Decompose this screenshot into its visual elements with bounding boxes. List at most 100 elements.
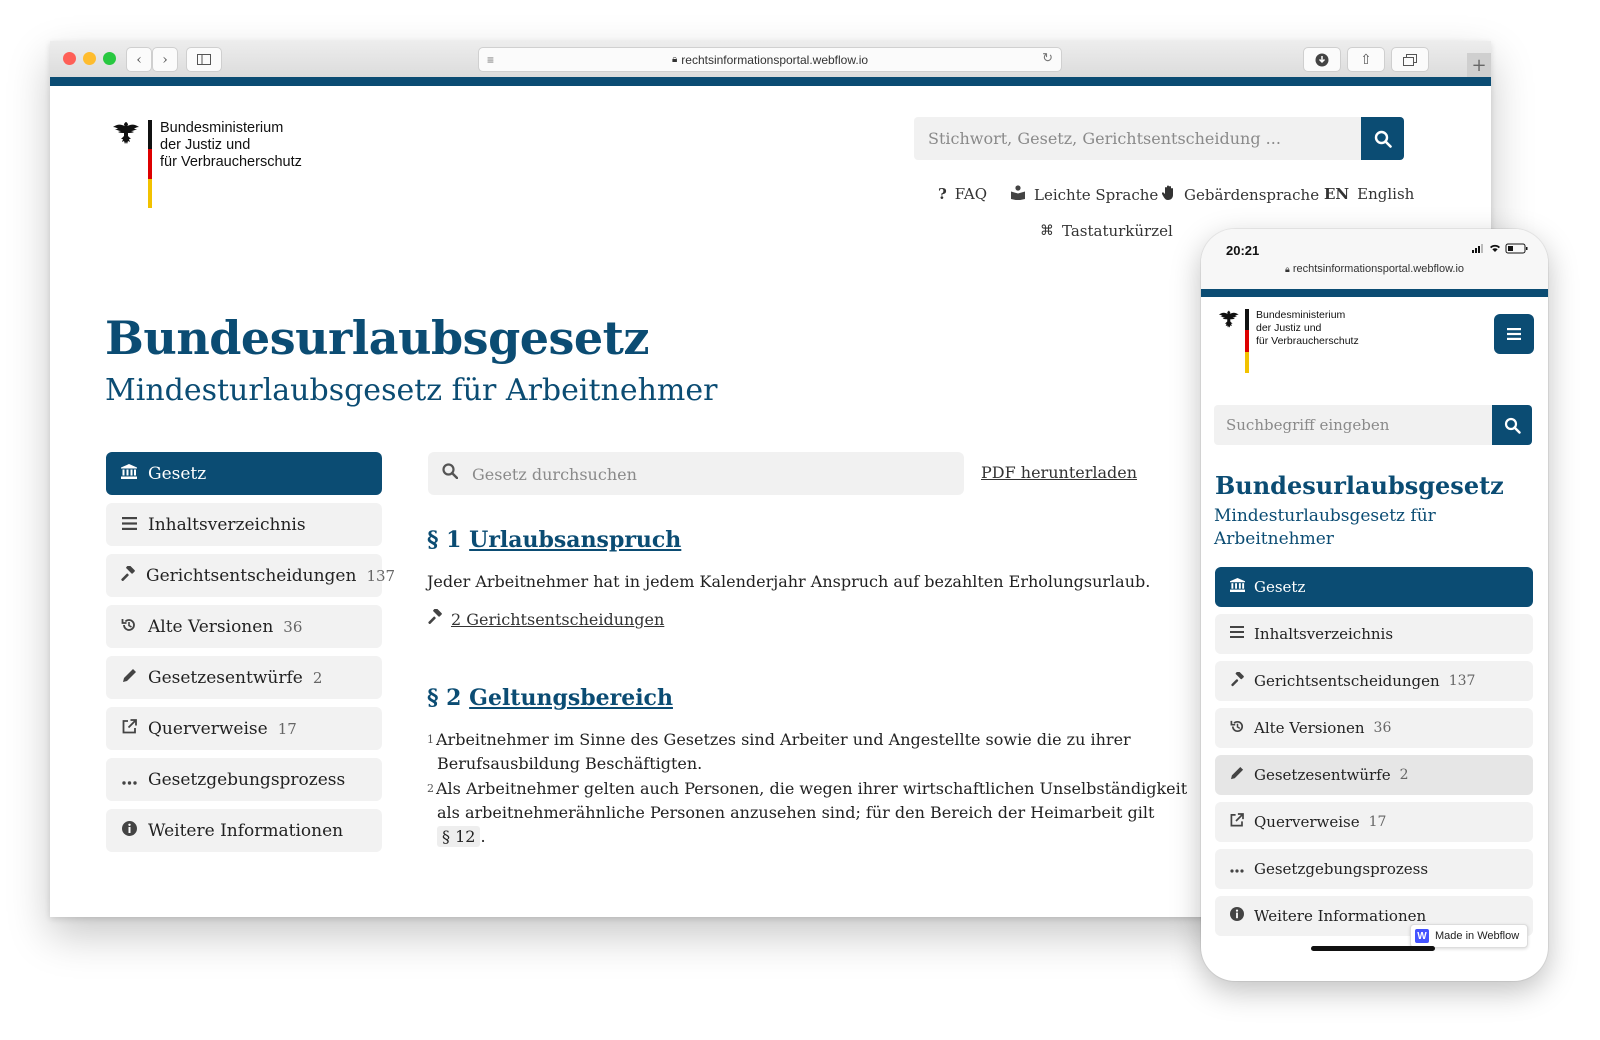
nav-label: Gesetz	[1254, 578, 1306, 596]
nav-item-gesetzesentwuerfe[interactable]: Gesetzesentwürfe 2	[106, 656, 382, 699]
global-search-input[interactable]	[914, 117, 1404, 160]
close-window-button[interactable]	[63, 52, 76, 65]
downloads-button[interactable]	[1303, 47, 1341, 72]
sign-language-label: Gebärdensprache	[1184, 186, 1320, 204]
external-link-icon	[1229, 813, 1245, 831]
mobile-page-subtitle: Mindesturlaubsgesetz für Arbeitnehmer	[1214, 505, 1474, 551]
external-link-icon	[120, 719, 138, 738]
search-icon	[1374, 130, 1392, 148]
hamburger-menu-button[interactable]	[1494, 314, 1534, 354]
home-indicator	[1311, 946, 1435, 951]
share-button[interactable]: ⇧	[1347, 47, 1385, 72]
mobile-search-button[interactable]	[1492, 405, 1532, 445]
nav-item-weitere-informationen[interactable]: Weitere Informationen	[106, 809, 382, 852]
nav-label: Gesetzesentwürfe	[148, 667, 303, 688]
faq-link[interactable]: ? FAQ	[938, 185, 987, 203]
nav-count: 137	[1448, 673, 1476, 689]
signal-wifi-battery-icon	[1472, 243, 1528, 254]
forward-button[interactable]: ›	[152, 47, 178, 72]
sign-language-link[interactable]: Gebärdensprache	[1161, 185, 1320, 205]
chevron-right-icon: ›	[162, 51, 168, 68]
court-decisions-label: 2 Gerichtsentscheidungen	[451, 609, 665, 629]
section-1-title-link[interactable]: Urlaubsanspruch	[469, 527, 681, 553]
zoom-window-button[interactable]	[103, 52, 116, 65]
nav-label: Gesetzgebungsprozess	[1254, 860, 1429, 878]
nav-label: Alte Versionen	[1254, 719, 1365, 737]
back-button[interactable]: ‹	[126, 47, 152, 72]
section-1-text: Jeder Arbeitnehmer hat in jedem Kalender…	[427, 572, 1151, 591]
nav-count: 17	[277, 719, 297, 738]
mobile-nav-alte-versionen[interactable]: Alte Versionen 36	[1215, 708, 1533, 748]
pdf-download-link[interactable]: PDF herunterladen	[981, 463, 1137, 482]
history-icon	[120, 617, 138, 637]
ministry-logo[interactable]: Bundesministerium der Justiz und für Ver…	[108, 120, 302, 208]
keyboard-shortcuts-link[interactable]: ⌘ Tastaturkürzel	[1040, 222, 1173, 240]
minimize-window-button[interactable]	[83, 52, 96, 65]
lock-icon: 🔒︎	[671, 54, 678, 65]
mobile-nav-gerichtsentscheidungen[interactable]: Gerichtsentscheidungen 137	[1215, 661, 1533, 701]
page-title: Bundesurlaubsgesetz	[105, 311, 650, 365]
list-icon	[120, 516, 138, 534]
easy-language-link[interactable]: Leichte Sprache	[1010, 185, 1158, 204]
law-search-input[interactable]	[470, 452, 954, 497]
nav-count: 2	[312, 668, 323, 687]
mobile-nav-gesetzesentwuerfe[interactable]: Gesetzesentwürfe 2	[1215, 755, 1533, 795]
mobile-nav-gesetz[interactable]: Gesetz	[1215, 567, 1533, 607]
share-icon: ⇧	[1360, 51, 1372, 68]
gavel-icon	[120, 564, 136, 586]
nav-item-inhaltsverzeichnis[interactable]: Inhaltsverzeichnis	[106, 503, 382, 546]
section-number: § 2	[427, 685, 462, 711]
nav-item-gerichtsentscheidungen[interactable]: Gerichtsentscheidungen 137	[106, 554, 395, 597]
list-icon	[1229, 626, 1245, 642]
plus-icon: +	[1471, 54, 1487, 76]
mobile-url-bar[interactable]: 🔒︎ rechtsinformationsportal.webflow.io	[1201, 263, 1548, 275]
ellipsis-icon	[1229, 862, 1245, 877]
section-1-court-decisions-link[interactable]: 2 Gerichtsentscheidungen	[427, 607, 665, 629]
mobile-ministry-logo[interactable]: Bundesministerium der Justiz und für Ver…	[1215, 309, 1359, 373]
nav-count: 36	[1373, 720, 1392, 736]
paragraph-text: als arbeitnehmerähnliche Personen anzuse…	[437, 803, 1155, 822]
info-icon	[1229, 907, 1245, 925]
mobile-nav-querverweise[interactable]: Querverweise 17	[1215, 802, 1533, 842]
mobile-brand-bar	[1201, 289, 1548, 297]
section-reference-link[interactable]: § 12	[437, 826, 481, 847]
reader-icon: ≡	[487, 53, 495, 67]
badge-label: Made in Webflow	[1435, 930, 1520, 942]
global-search-button[interactable]	[1361, 117, 1404, 160]
mobile-nav-inhaltsverzeichnis[interactable]: Inhaltsverzeichnis	[1215, 614, 1533, 654]
search-icon	[1504, 417, 1521, 434]
nav-label: Alte Versionen	[148, 616, 274, 637]
nav-item-alte-versionen[interactable]: Alte Versionen 36	[106, 605, 382, 648]
federal-eagle-icon	[1215, 309, 1241, 373]
hand-icon	[1161, 185, 1176, 205]
language-switch-link[interactable]: EN English	[1324, 185, 1414, 203]
question-icon: ?	[938, 185, 947, 203]
section-2-title-link[interactable]: Geltungsbereich	[469, 685, 673, 711]
new-tab-button[interactable]: +	[1467, 53, 1491, 77]
section-2-heading: § 2 Geltungsbereich	[427, 685, 673, 711]
logo-line-3: für Verbraucherschutz	[1256, 335, 1359, 347]
mobile-search-input[interactable]	[1214, 405, 1492, 445]
language-label: English	[1357, 185, 1415, 203]
nav-item-querverweise[interactable]: Querverweise 17	[106, 707, 382, 750]
sidebar-toggle-button[interactable]	[186, 47, 222, 72]
mobile-page-title: Bundesurlaubsgesetz	[1215, 471, 1504, 500]
paragraph-text: .	[480, 827, 486, 846]
nav-item-gesetzgebungsprozess[interactable]: Gesetzgebungsprozess	[106, 758, 382, 801]
easy-language-label: Leichte Sprache	[1034, 185, 1159, 204]
url-text: rechtsinformationsportal.webflow.io	[681, 52, 869, 67]
nav-count: 17	[1368, 814, 1387, 830]
mobile-nav-gesetzgebungsprozess[interactable]: Gesetzgebungsprozess	[1215, 849, 1533, 889]
paragraph-text: Arbeitnehmer im Sinne des Gesetzes sind …	[436, 730, 1131, 749]
menu-icon	[1507, 328, 1521, 340]
made-in-webflow-badge[interactable]: W Made in Webflow	[1410, 924, 1529, 948]
subtitle-line: Arbeitnehmer	[1214, 529, 1334, 549]
address-bar[interactable]: ≡ 🔒︎ rechtsinformationsportal.webflow.io…	[478, 47, 1062, 72]
nav-item-gesetz[interactable]: Gesetz	[106, 452, 382, 495]
tabs-overview-button[interactable]	[1391, 47, 1429, 72]
reload-icon[interactable]: ↻	[1042, 50, 1053, 66]
command-key-icon: ⌘	[1040, 223, 1054, 239]
history-icon	[1229, 719, 1245, 738]
section-2-paragraph-2: 2 Als Arbeitnehmer gelten auch Personen, …	[427, 777, 1187, 849]
page-subtitle: Mindesturlaubsgesetz für Arbeitnehmer	[105, 373, 718, 408]
